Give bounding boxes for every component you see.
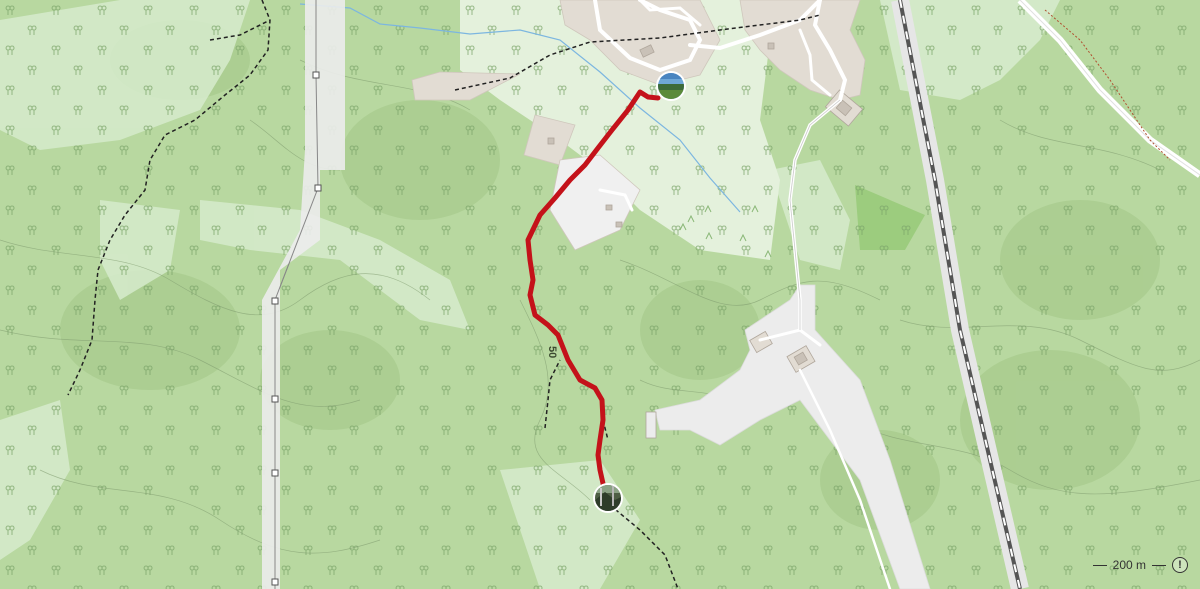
map-scale-control: 200 m ! <box>1092 557 1188 573</box>
route-end-photo-marker[interactable] <box>593 483 623 513</box>
map-canvas[interactable]: 50 200 m ! <box>0 0 1200 589</box>
map-layer[interactable]: 50 <box>0 0 1200 589</box>
scale-line <box>1092 564 1107 566</box>
contour-label: 50 <box>546 346 558 358</box>
info-icon[interactable]: ! <box>1172 557 1188 573</box>
scale-label: 200 m <box>1112 558 1146 572</box>
scale-line-right <box>1152 564 1166 566</box>
